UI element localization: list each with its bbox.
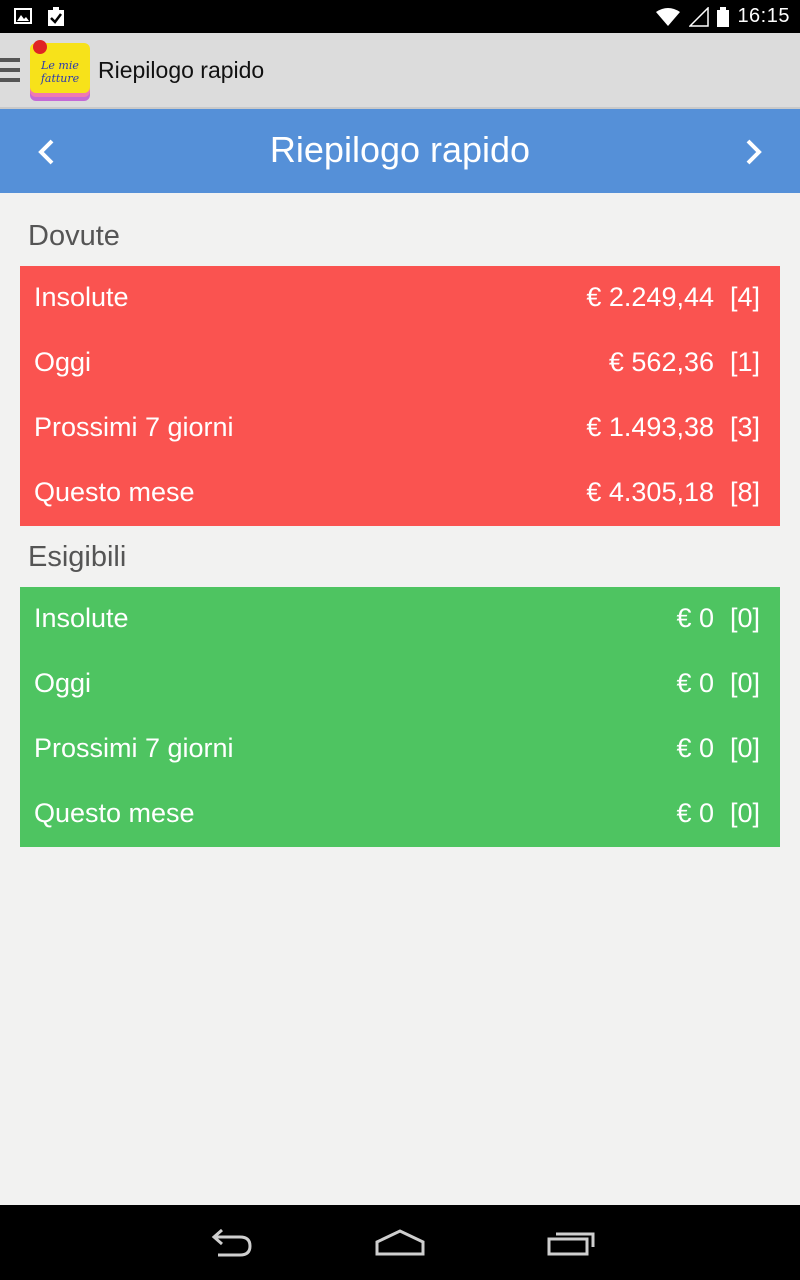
row-label: Oggi: [34, 347, 92, 377]
row-count: [0]: [729, 733, 760, 763]
summary-row-insolute[interactable]: Insolute € 0 [0]: [20, 587, 780, 652]
row-label: Questo mese: [34, 477, 195, 507]
row-label: Oggi: [34, 668, 92, 698]
row-amount: € 1.493,38: [586, 412, 714, 442]
drawer-menu-icon[interactable]: [0, 55, 20, 85]
summary-row-prossimi-7-giorni[interactable]: Prossimi 7 giorni € 0 [0]: [20, 717, 780, 782]
action-bar-title: Riepilogo rapido: [98, 57, 265, 83]
row-amount: € 0: [676, 603, 714, 633]
summary-card-dovute: Insolute € 2.249,44 [4] Oggi € 562,36 [1…: [20, 266, 780, 526]
section-title-dovute: Dovute: [28, 220, 120, 252]
summary-row-questo-mese[interactable]: Questo mese € 4.305,18 [8]: [20, 461, 780, 526]
row-label: Questo mese: [34, 798, 195, 828]
header-title: Riepilogo rapido: [269, 129, 531, 170]
row-label: Prossimi 7 giorni: [34, 733, 234, 763]
row-amount: € 0: [676, 798, 714, 828]
wifi-icon: [656, 7, 681, 26]
row-amount: € 2.249,44: [586, 282, 714, 312]
home-icon[interactable]: [374, 1227, 426, 1257]
row-amount: € 0: [676, 668, 714, 698]
system-nav-bar: [0, 1205, 800, 1280]
row-count: [1]: [729, 347, 760, 377]
row-count: [0]: [729, 798, 760, 828]
signal-icon: [689, 6, 710, 27]
summary-row-oggi[interactable]: Oggi € 0 [0]: [20, 652, 780, 717]
row-count: [3]: [729, 412, 760, 442]
gallery-icon: [14, 8, 32, 24]
row-amount: € 562,36: [608, 347, 714, 377]
summary-row-insolute[interactable]: Insolute € 2.249,44 [4]: [20, 266, 780, 331]
battery-icon: [717, 6, 730, 27]
row-count: [0]: [729, 668, 760, 698]
row-label: Insolute: [34, 603, 129, 633]
action-bar: Le mie fatture Riepilogo rapido: [0, 33, 800, 109]
row-label: Prossimi 7 giorni: [34, 412, 234, 442]
row-label: Insolute: [34, 282, 129, 312]
section-title-esigibili: Esigibili: [28, 541, 127, 573]
svg-text:Le mie: Le mie: [40, 59, 79, 72]
status-time: 16:15: [737, 5, 790, 27]
row-count: [4]: [729, 282, 760, 312]
summary-row-oggi[interactable]: Oggi € 562,36 [1]: [20, 331, 780, 396]
row-count: [8]: [729, 477, 760, 507]
period-header: Riepilogo rapido: [0, 109, 800, 193]
svg-text:fatture: fatture: [40, 72, 80, 85]
row-amount: € 0: [676, 733, 714, 763]
summary-card-esigibili: Insolute € 0 [0] Oggi € 0 [0] Prossimi 7…: [20, 587, 780, 847]
summary-row-prossimi-7-giorni[interactable]: Prossimi 7 giorni € 1.493,38 [3]: [20, 396, 780, 461]
row-count: [0]: [729, 603, 760, 633]
recents-icon[interactable]: [546, 1227, 596, 1257]
chevron-right-icon[interactable]: [738, 137, 768, 167]
clipboard-check-icon: [48, 7, 64, 26]
row-amount: € 4.305,18: [586, 477, 714, 507]
app-logo[interactable]: Le mie fatture: [28, 39, 92, 103]
summary-row-questo-mese[interactable]: Questo mese € 0 [0]: [20, 782, 780, 847]
status-bar: 16:15: [0, 0, 800, 33]
back-icon[interactable]: [206, 1227, 254, 1259]
